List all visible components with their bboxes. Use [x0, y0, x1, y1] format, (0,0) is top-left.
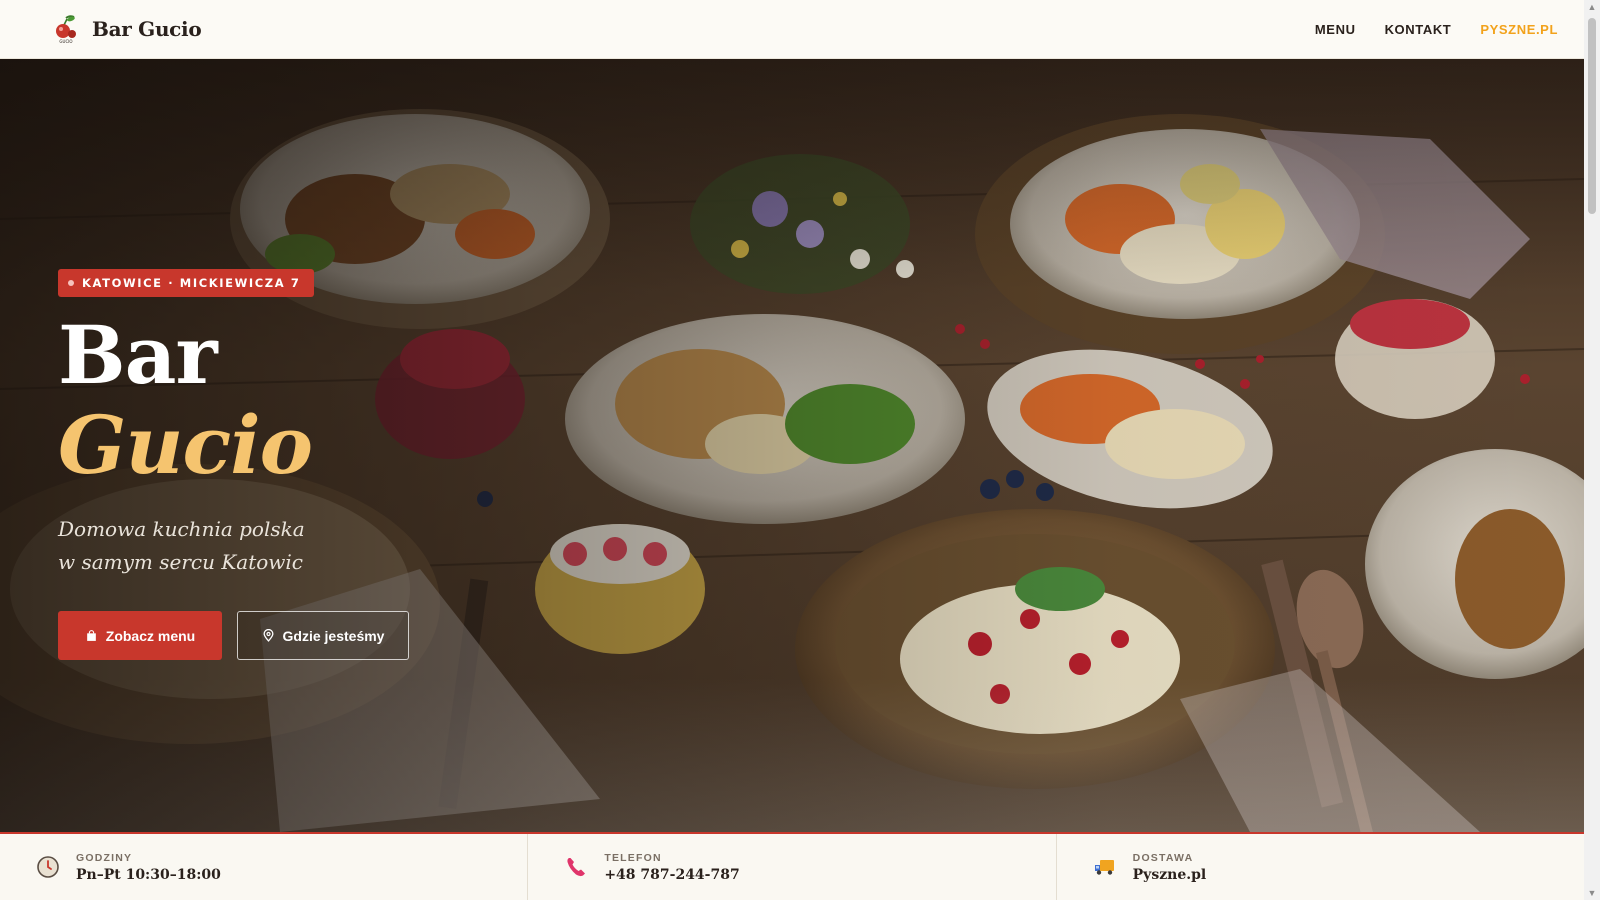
- hero-subtitle-line1: Domowa kuchnia polska: [58, 517, 305, 541]
- hero-title-bar: Bar: [58, 308, 218, 402]
- info-phone-label: TELEFON: [604, 851, 662, 864]
- info-bar: GODZINY Pn–Pt 10:30–18:00 TELEFON +48 78…: [0, 832, 1584, 900]
- main-nav: MENU KONTAKT PYSZNE.PL: [1315, 22, 1558, 37]
- where-we-are-button[interactable]: Gdzie jesteśmy: [237, 611, 409, 660]
- hero-subtitle-line2: w samym sercu Katowic: [58, 550, 304, 574]
- brand-name: Bar Gucio: [92, 17, 202, 41]
- scrollbar-thumb[interactable]: [1588, 18, 1596, 214]
- hero-title-gucio: Gucio: [58, 398, 313, 492]
- scroll-up-arrow-icon[interactable]: ▲: [1587, 2, 1597, 12]
- info-hours: GODZINY Pn–Pt 10:30–18:00: [0, 834, 529, 900]
- shopping-bag-icon: [86, 630, 96, 641]
- info-phone-value: +48 787-244-787: [604, 866, 740, 883]
- info-hours-value: Pn–Pt 10:30–18:00: [76, 866, 221, 883]
- location-badge: KATOWICE · MICKIEWICZA 7: [58, 269, 315, 297]
- map-pin-icon: [263, 629, 274, 642]
- info-hours-label: GODZINY: [76, 851, 133, 864]
- logo-text: GUCIO: [59, 39, 72, 44]
- page-scrollbar[interactable]: ▲ ▼: [1584, 0, 1600, 900]
- delivery-truck-icon: [1094, 860, 1114, 875]
- scroll-down-arrow-icon[interactable]: ▼: [1587, 888, 1597, 898]
- badge-dot-icon: [68, 280, 74, 286]
- location-badge-text: KATOWICE · MICKIEWICZA 7: [82, 276, 301, 290]
- site-header: GUCIO Bar Gucio MENU KONTAKT PYSZNE.PL: [0, 0, 1584, 59]
- info-delivery-value: Pyszne.pl: [1132, 866, 1207, 883]
- hero-section: KATOWICE · MICKIEWICZA 7 Bar Gucio Domow…: [0, 59, 1584, 832]
- nav-menu-link[interactable]: MENU: [1315, 22, 1356, 37]
- where-we-are-label: Gdzie jesteśmy: [282, 627, 385, 644]
- cherry-logo-icon: GUCIO: [56, 15, 76, 44]
- info-delivery-label: DOSTAWA: [1132, 851, 1194, 864]
- phone-icon: [567, 858, 586, 877]
- nav-kontakt-link[interactable]: KONTAKT: [1385, 22, 1452, 37]
- see-menu-label: Zobacz menu: [105, 627, 196, 644]
- info-phone[interactable]: TELEFON +48 787-244-787: [528, 834, 1057, 900]
- nav-pyszne-link[interactable]: PYSZNE.PL: [1480, 22, 1558, 37]
- hero-subtitle: Domowa kuchnia polska w samym sercu Kato…: [58, 513, 305, 579]
- clock-icon: [37, 856, 59, 878]
- info-delivery[interactable]: DOSTAWA Pyszne.pl: [1057, 834, 1584, 900]
- brand-link[interactable]: GUCIO Bar Gucio: [52, 14, 202, 44]
- see-menu-button[interactable]: Zobacz menu: [58, 611, 222, 660]
